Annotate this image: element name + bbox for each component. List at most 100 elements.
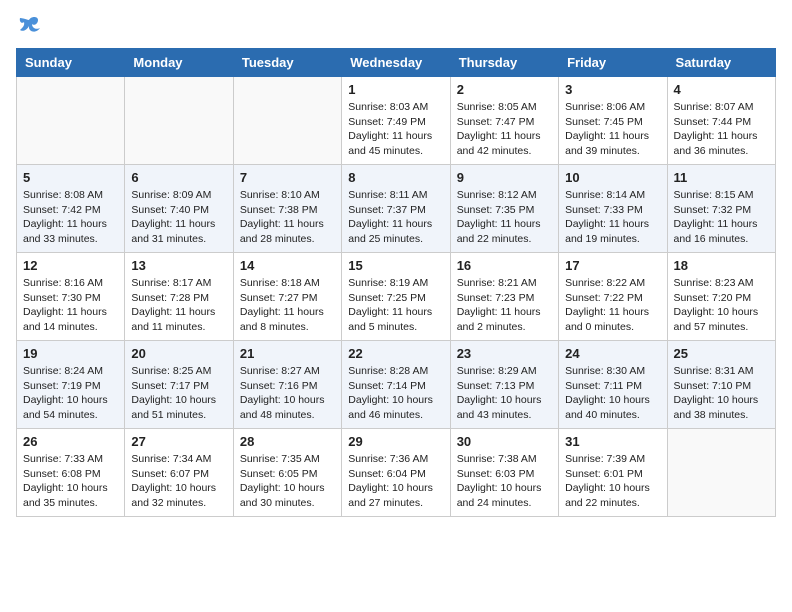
calendar-cell: 1Sunrise: 8:03 AM Sunset: 7:49 PM Daylig… xyxy=(342,77,450,165)
calendar-cell: 3 Sunrise: 8:06 AM Sunset: 7:45 PM Daylig… xyxy=(559,77,667,165)
weekday-header: Tuesday xyxy=(233,49,341,77)
day-info: Sunrise: 8:28 AM Sunset: 7:14 PM Dayligh… xyxy=(348,364,443,423)
day-number: 23 xyxy=(457,346,552,361)
day-info: Sunrise: 8:31 AM Sunset: 7:10 PM Dayligh… xyxy=(674,364,769,423)
day-number: 11 xyxy=(674,170,769,185)
calendar-cell: 2 Sunrise: 8:05 AM Sunset: 7:47 PM Daylig… xyxy=(450,77,558,165)
day-info: Sunrise: 8:12 AM Sunset: 7:35 PM Dayligh… xyxy=(457,188,552,247)
day-info: Sunrise: 8:19 AM Sunset: 7:25 PM Dayligh… xyxy=(348,276,443,335)
day-number: 22 xyxy=(348,346,443,361)
day-number: 6 xyxy=(131,170,226,185)
calendar-cell: 8Sunrise: 8:11 AM Sunset: 7:37 PM Daylig… xyxy=(342,165,450,253)
day-number: 31 xyxy=(565,434,660,449)
day-number: 20 xyxy=(131,346,226,361)
day-number: 12 xyxy=(23,258,118,273)
day-info: Sunrise: 8:08 AM Sunset: 7:42 PM Dayligh… xyxy=(23,188,118,247)
day-info: Sunrise: 7:39 AM Sunset: 6:01 PM Dayligh… xyxy=(565,452,660,511)
day-info: Sunrise: 8:22 AM Sunset: 7:22 PM Dayligh… xyxy=(565,276,660,335)
calendar-cell: 27 Sunrise: 7:34 AM Sunset: 6:07 PM Dayli… xyxy=(125,429,233,517)
day-info: Sunrise: 8:07 AM Sunset: 7:44 PM Dayligh… xyxy=(674,100,769,159)
calendar-cell: 18 Sunrise: 8:23 AM Sunset: 7:20 PM Dayli… xyxy=(667,253,775,341)
weekday-header: Saturday xyxy=(667,49,775,77)
day-number: 4 xyxy=(674,82,769,97)
day-info: Sunrise: 8:16 AM Sunset: 7:30 PM Dayligh… xyxy=(23,276,118,335)
day-info: Sunrise: 7:35 AM Sunset: 6:05 PM Dayligh… xyxy=(240,452,335,511)
day-info: Sunrise: 8:05 AM Sunset: 7:47 PM Dayligh… xyxy=(457,100,552,159)
calendar-cell: 19Sunrise: 8:24 AM Sunset: 7:19 PM Dayli… xyxy=(17,341,125,429)
day-info: Sunrise: 8:18 AM Sunset: 7:27 PM Dayligh… xyxy=(240,276,335,335)
calendar-cell: 29Sunrise: 7:36 AM Sunset: 6:04 PM Dayli… xyxy=(342,429,450,517)
day-number: 5 xyxy=(23,170,118,185)
day-info: Sunrise: 8:06 AM Sunset: 7:45 PM Dayligh… xyxy=(565,100,660,159)
calendar-cell: 7 Sunrise: 8:10 AM Sunset: 7:38 PM Daylig… xyxy=(233,165,341,253)
calendar-cell: 22 Sunrise: 8:28 AM Sunset: 7:14 PM Dayli… xyxy=(342,341,450,429)
day-number: 28 xyxy=(240,434,335,449)
day-number: 24 xyxy=(565,346,660,361)
day-info: Sunrise: 8:14 AM Sunset: 7:33 PM Dayligh… xyxy=(565,188,660,247)
day-number: 13 xyxy=(131,258,226,273)
logo xyxy=(16,16,40,36)
calendar-cell: 13 Sunrise: 8:17 AM Sunset: 7:28 PM Dayli… xyxy=(125,253,233,341)
calendar-cell xyxy=(17,77,125,165)
page-header xyxy=(16,16,776,36)
calendar-cell xyxy=(233,77,341,165)
calendar-cell: 24Sunrise: 8:30 AM Sunset: 7:11 PM Dayli… xyxy=(559,341,667,429)
calendar-cell: 10 Sunrise: 8:14 AM Sunset: 7:33 PM Dayli… xyxy=(559,165,667,253)
calendar-cell: 31 Sunrise: 7:39 AM Sunset: 6:01 PM Dayli… xyxy=(559,429,667,517)
day-info: Sunrise: 8:17 AM Sunset: 7:28 PM Dayligh… xyxy=(131,276,226,335)
day-info: Sunrise: 7:34 AM Sunset: 6:07 PM Dayligh… xyxy=(131,452,226,511)
day-number: 27 xyxy=(131,434,226,449)
day-info: Sunrise: 7:38 AM Sunset: 6:03 PM Dayligh… xyxy=(457,452,552,511)
day-info: Sunrise: 7:36 AM Sunset: 6:04 PM Dayligh… xyxy=(348,452,443,511)
day-info: Sunrise: 8:21 AM Sunset: 7:23 PM Dayligh… xyxy=(457,276,552,335)
weekday-header: Friday xyxy=(559,49,667,77)
day-info: Sunrise: 8:29 AM Sunset: 7:13 PM Dayligh… xyxy=(457,364,552,423)
calendar-cell: 11 Sunrise: 8:15 AM Sunset: 7:32 PM Dayli… xyxy=(667,165,775,253)
day-number: 1 xyxy=(348,82,443,97)
day-info: Sunrise: 8:09 AM Sunset: 7:40 PM Dayligh… xyxy=(131,188,226,247)
weekday-header: Thursday xyxy=(450,49,558,77)
day-number: 3 xyxy=(565,82,660,97)
day-number: 14 xyxy=(240,258,335,273)
calendar-cell: 25 Sunrise: 8:31 AM Sunset: 7:10 PM Dayli… xyxy=(667,341,775,429)
day-number: 18 xyxy=(674,258,769,273)
calendar-cell: 20 Sunrise: 8:25 AM Sunset: 7:17 PM Dayli… xyxy=(125,341,233,429)
calendar-cell: 23 Sunrise: 8:29 AM Sunset: 7:13 PM Dayli… xyxy=(450,341,558,429)
logo-bird-icon xyxy=(18,16,40,36)
day-info: Sunrise: 8:24 AM Sunset: 7:19 PM Dayligh… xyxy=(23,364,118,423)
day-info: Sunrise: 7:33 AM Sunset: 6:08 PM Dayligh… xyxy=(23,452,118,511)
calendar-cell: 17 Sunrise: 8:22 AM Sunset: 7:22 PM Dayli… xyxy=(559,253,667,341)
calendar-cell: 26 Sunrise: 7:33 AM Sunset: 6:08 PM Dayli… xyxy=(17,429,125,517)
calendar-cell: 4 Sunrise: 8:07 AM Sunset: 7:44 PM Daylig… xyxy=(667,77,775,165)
day-info: Sunrise: 8:10 AM Sunset: 7:38 PM Dayligh… xyxy=(240,188,335,247)
day-number: 9 xyxy=(457,170,552,185)
day-number: 7 xyxy=(240,170,335,185)
calendar-cell: 12 Sunrise: 8:16 AM Sunset: 7:30 PM Dayli… xyxy=(17,253,125,341)
day-info: Sunrise: 8:15 AM Sunset: 7:32 PM Dayligh… xyxy=(674,188,769,247)
calendar-cell xyxy=(667,429,775,517)
calendar-cell xyxy=(125,77,233,165)
day-number: 26 xyxy=(23,434,118,449)
day-info: Sunrise: 8:25 AM Sunset: 7:17 PM Dayligh… xyxy=(131,364,226,423)
calendar-cell: 5 Sunrise: 8:08 AM Sunset: 7:42 PM Daylig… xyxy=(17,165,125,253)
day-number: 25 xyxy=(674,346,769,361)
weekday-header: Wednesday xyxy=(342,49,450,77)
calendar-cell: 15 Sunrise: 8:19 AM Sunset: 7:25 PM Dayli… xyxy=(342,253,450,341)
day-number: 2 xyxy=(457,82,552,97)
calendar-cell: 30 Sunrise: 7:38 AM Sunset: 6:03 PM Dayli… xyxy=(450,429,558,517)
day-number: 15 xyxy=(348,258,443,273)
day-number: 30 xyxy=(457,434,552,449)
calendar-cell: 6 Sunrise: 8:09 AM Sunset: 7:40 PM Daylig… xyxy=(125,165,233,253)
day-info: Sunrise: 8:23 AM Sunset: 7:20 PM Dayligh… xyxy=(674,276,769,335)
weekday-header: Sunday xyxy=(17,49,125,77)
calendar-table: SundayMondayTuesdayWednesdayThursdayFrid… xyxy=(16,48,776,517)
day-info: Sunrise: 8:27 AM Sunset: 7:16 PM Dayligh… xyxy=(240,364,335,423)
day-number: 8 xyxy=(348,170,443,185)
calendar-cell: 28 Sunrise: 7:35 AM Sunset: 6:05 PM Dayli… xyxy=(233,429,341,517)
calendar-cell: 14 Sunrise: 8:18 AM Sunset: 7:27 PM Dayli… xyxy=(233,253,341,341)
day-number: 16 xyxy=(457,258,552,273)
day-number: 10 xyxy=(565,170,660,185)
calendar-cell: 21 Sunrise: 8:27 AM Sunset: 7:16 PM Dayli… xyxy=(233,341,341,429)
day-number: 17 xyxy=(565,258,660,273)
day-number: 21 xyxy=(240,346,335,361)
